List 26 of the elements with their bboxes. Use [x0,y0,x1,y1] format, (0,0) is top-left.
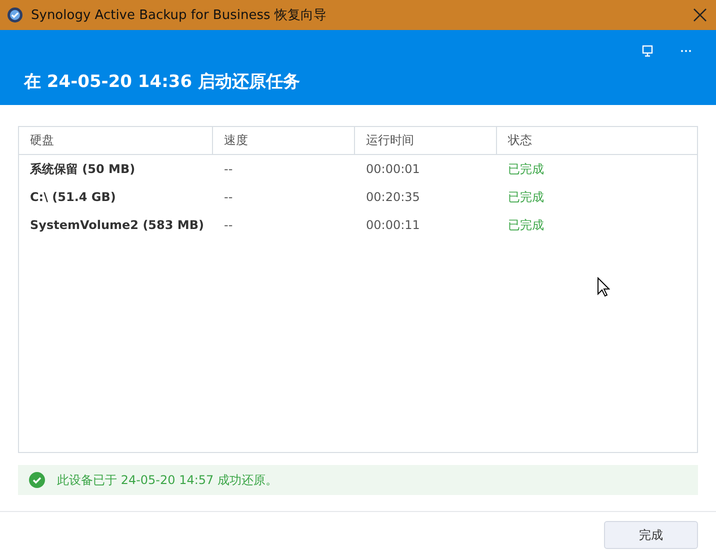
finish-button[interactable]: 完成 [604,521,698,549]
column-header[interactable]: 运行时间 [355,127,497,154]
table-cell-text: -- [223,218,234,232]
table-cell-text: -- [223,190,234,204]
table-cell-text: SystemVolume2 (583 MB) [29,218,205,232]
app-logo-icon [7,7,23,23]
window-title: Synology Active Backup for Business 恢复向导 [31,7,328,24]
table-cell-text: 已完成 [507,216,545,234]
success-message: 此设备已于 24-05-20 14:57 成功还原。 [57,472,278,488]
task-title: 在 24-05-20 14:36 启动还原任务 [24,71,301,93]
monitor-icon[interactable] [642,45,654,57]
check-circle-icon [29,472,45,488]
table-cell-text: 已完成 [507,188,545,206]
table-cell-text: 00:00:01 [365,162,421,176]
table-cell-text: 00:00:11 [365,218,421,232]
table-cell-text: -- [223,162,234,176]
table-cell-text: 00:20:35 [365,190,421,204]
column-header[interactable]: 速度 [213,127,355,154]
cursor-icon [597,277,610,297]
more-icon[interactable] [680,49,692,53]
table-cell-text: 已完成 [507,160,545,178]
table-cell-text: 系统保留 (50 MB) [29,160,136,178]
column-header[interactable]: 硬盘 [19,127,213,154]
close-icon[interactable] [693,8,707,22]
table-cell-text: C:\ (51.4 GB) [29,190,117,204]
column-header[interactable]: 状态 [497,127,697,154]
